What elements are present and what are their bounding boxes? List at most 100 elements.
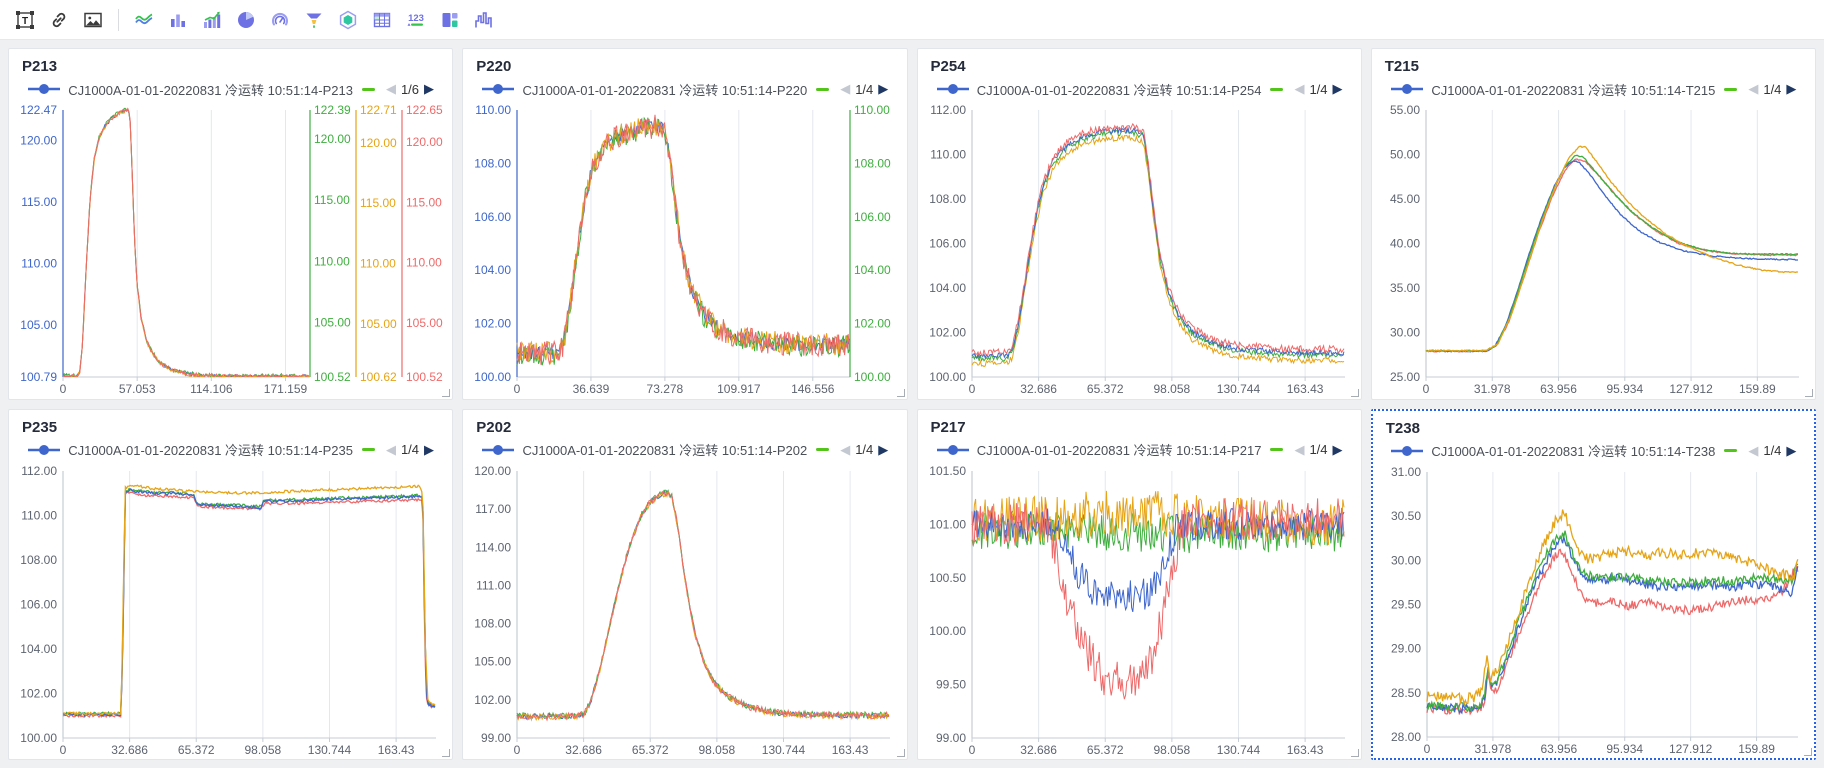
- chart-panel-P220[interactable]: P220CJ1000A-01-01-20220831 冷运转 10:51:14-…: [462, 48, 907, 400]
- prev-page-arrow[interactable]: ◀: [1748, 443, 1758, 459]
- table-chart-icon[interactable]: [367, 5, 397, 35]
- y-tick-label: 100.00: [929, 370, 966, 384]
- image-icon[interactable]: [78, 5, 108, 35]
- prev-page-arrow[interactable]: ◀: [840, 442, 850, 458]
- series-legend-label[interactable]: CJ1000A-01-01-20220831 冷运转 10:51:14-T215: [1431, 80, 1715, 99]
- chart-area[interactable]: 032.68665.37298.058130.744163.43101.5010…: [918, 462, 1361, 760]
- chart-area[interactable]: 032.68665.37298.058130.744163.43112.0011…: [9, 462, 452, 760]
- prev-page-arrow[interactable]: ◀: [1748, 81, 1758, 97]
- series-legend-label[interactable]: CJ1000A-01-01-20220831 冷运转 10:51:14-P202: [522, 440, 807, 459]
- resize-handle-icon[interactable]: [1351, 389, 1359, 397]
- chart-area[interactable]: 032.68665.37298.058130.744163.43112.0011…: [918, 101, 1361, 399]
- link-icon[interactable]: [44, 5, 74, 35]
- chart-area[interactable]: 031.97863.95695.934127.912159.8931.0030.…: [1373, 463, 1814, 759]
- y-tick-label-right: 120.00: [406, 135, 443, 149]
- x-tick-label: 63.956: [1540, 382, 1577, 396]
- chart-panel-P217[interactable]: P217CJ1000A-01-01-20220831 冷运转 10:51:14-…: [917, 409, 1362, 761]
- series-legend-label[interactable]: CJ1000A-01-01-20220831 冷运转 10:51:14-P213: [68, 80, 353, 99]
- y-tick-label-right: 122.71: [360, 103, 397, 117]
- y-tick-label: 111.00: [476, 578, 511, 592]
- series-line-blue: [63, 110, 309, 377]
- series-legend-label[interactable]: CJ1000A-01-01-20220831 冷运转 10:51:14-P220: [522, 80, 807, 99]
- series-legend-label[interactable]: CJ1000A-01-01-20220831 冷运转 10:51:14-T238: [1431, 441, 1715, 460]
- chart-panel-P235[interactable]: P235CJ1000A-01-01-20220831 冷运转 10:51:14-…: [8, 409, 453, 761]
- pie-chart-icon[interactable]: [231, 5, 261, 35]
- series-marker-icon[interactable]: [1390, 83, 1424, 95]
- line-chart-icon[interactable]: [129, 5, 159, 35]
- chart-panel-P213[interactable]: P213CJ1000A-01-01-20220831 冷运转 10:51:14-…: [8, 48, 453, 400]
- x-tick-label: 32.686: [111, 743, 148, 757]
- next-page-arrow[interactable]: ▶: [878, 81, 888, 97]
- series-legend-label[interactable]: CJ1000A-01-01-20220831 冷运转 10:51:14-P254: [977, 80, 1262, 99]
- y-tick-label: 31.00: [1391, 465, 1421, 479]
- toolbar-divider: [118, 9, 119, 31]
- series-legend-label[interactable]: CJ1000A-01-01-20220831 冷运转 10:51:14-P235: [68, 440, 353, 459]
- series2-marker-icon[interactable]: [1270, 88, 1283, 91]
- resize-handle-icon[interactable]: [442, 749, 450, 757]
- y-tick-label-right: 110.00: [360, 257, 396, 271]
- number-card-icon[interactable]: 123: [401, 5, 431, 35]
- y-tick-label-right: 115.00: [406, 195, 442, 209]
- resize-handle-icon[interactable]: [1351, 749, 1359, 757]
- series2-marker-icon[interactable]: [1724, 88, 1737, 91]
- prev-page-arrow[interactable]: ◀: [386, 442, 396, 458]
- next-page-arrow[interactable]: ▶: [1333, 81, 1343, 97]
- prev-page-arrow[interactable]: ◀: [386, 81, 396, 97]
- resize-handle-icon[interactable]: [442, 389, 450, 397]
- next-page-arrow[interactable]: ▶: [878, 442, 888, 458]
- hexagon-chart-icon[interactable]: [333, 5, 363, 35]
- bar-chart-icon[interactable]: [163, 5, 193, 35]
- series2-marker-icon[interactable]: [362, 88, 375, 91]
- series-line-green: [63, 488, 435, 714]
- chart-panel-T215[interactable]: T215CJ1000A-01-01-20220831 冷运转 10:51:14-…: [1371, 48, 1816, 400]
- chart-panel-P202[interactable]: P202CJ1000A-01-01-20220831 冷运转 10:51:14-…: [462, 409, 907, 761]
- series-marker-icon[interactable]: [481, 83, 515, 95]
- resize-handle-icon[interactable]: [1805, 389, 1813, 397]
- series-marker-icon[interactable]: [481, 444, 515, 456]
- series-marker-icon[interactable]: [936, 83, 970, 95]
- trend-chart-icon[interactable]: [197, 5, 227, 35]
- series-line-red: [972, 124, 1344, 356]
- series-marker-icon[interactable]: [936, 444, 970, 456]
- series-legend-label[interactable]: CJ1000A-01-01-20220831 冷运转 10:51:14-P217: [977, 440, 1262, 459]
- text-frame-icon[interactable]: T: [10, 5, 40, 35]
- histogram-chart-icon[interactable]: [469, 5, 499, 35]
- prev-page-arrow[interactable]: ◀: [840, 81, 850, 97]
- gauge-chart-icon[interactable]: [265, 5, 295, 35]
- next-page-arrow[interactable]: ▶: [1333, 442, 1343, 458]
- chart-panel-P254[interactable]: P254CJ1000A-01-01-20220831 冷运转 10:51:14-…: [917, 48, 1362, 400]
- toolbar: T 123: [0, 0, 1824, 40]
- chart-area[interactable]: 032.68665.37298.058130.744163.43120.0011…: [463, 462, 906, 760]
- next-page-arrow[interactable]: ▶: [424, 81, 434, 97]
- series2-marker-icon[interactable]: [362, 448, 375, 451]
- series-marker-icon[interactable]: [27, 83, 61, 95]
- prev-page-arrow[interactable]: ◀: [1294, 81, 1304, 97]
- prev-page-arrow[interactable]: ◀: [1294, 442, 1304, 458]
- series2-marker-icon[interactable]: [816, 448, 829, 451]
- chart-panel-T238[interactable]: T238CJ1000A-01-01-20220831 冷运转 10:51:14-…: [1371, 409, 1816, 761]
- resize-handle-icon[interactable]: [897, 389, 905, 397]
- next-page-arrow[interactable]: ▶: [1786, 443, 1796, 459]
- resize-handle-icon[interactable]: [1804, 748, 1812, 756]
- layout-icon[interactable]: [435, 5, 465, 35]
- funnel-chart-icon[interactable]: [299, 5, 329, 35]
- series-marker-icon[interactable]: [27, 444, 61, 456]
- series-marker-icon[interactable]: [1390, 445, 1424, 457]
- next-page-arrow[interactable]: ▶: [424, 442, 434, 458]
- x-tick-label: 0: [968, 382, 975, 396]
- series-line-blue: [63, 488, 435, 715]
- chart-area[interactable]: 031.97863.95695.934127.912159.8955.0050.…: [1372, 101, 1815, 399]
- y-tick-label: 104.00: [929, 281, 966, 295]
- legend-row: CJ1000A-01-01-20220831 冷运转 10:51:14-P220…: [463, 77, 906, 101]
- resize-handle-icon[interactable]: [897, 749, 905, 757]
- y-tick-label-right: 105.00: [314, 315, 351, 329]
- chart-area[interactable]: 057.053114.106171.159122.47120.00115.001…: [9, 101, 452, 399]
- series2-marker-icon[interactable]: [816, 88, 829, 91]
- series2-marker-icon[interactable]: [1270, 448, 1283, 451]
- chart-area[interactable]: 036.63973.278109.917146.556110.00108.001…: [463, 101, 906, 399]
- x-tick-label: 0: [60, 382, 67, 396]
- series2-marker-icon[interactable]: [1724, 449, 1737, 452]
- x-tick-label: 32.686: [1020, 743, 1057, 757]
- next-page-arrow[interactable]: ▶: [1786, 81, 1796, 97]
- y-tick-label-right: 122.65: [406, 103, 443, 117]
